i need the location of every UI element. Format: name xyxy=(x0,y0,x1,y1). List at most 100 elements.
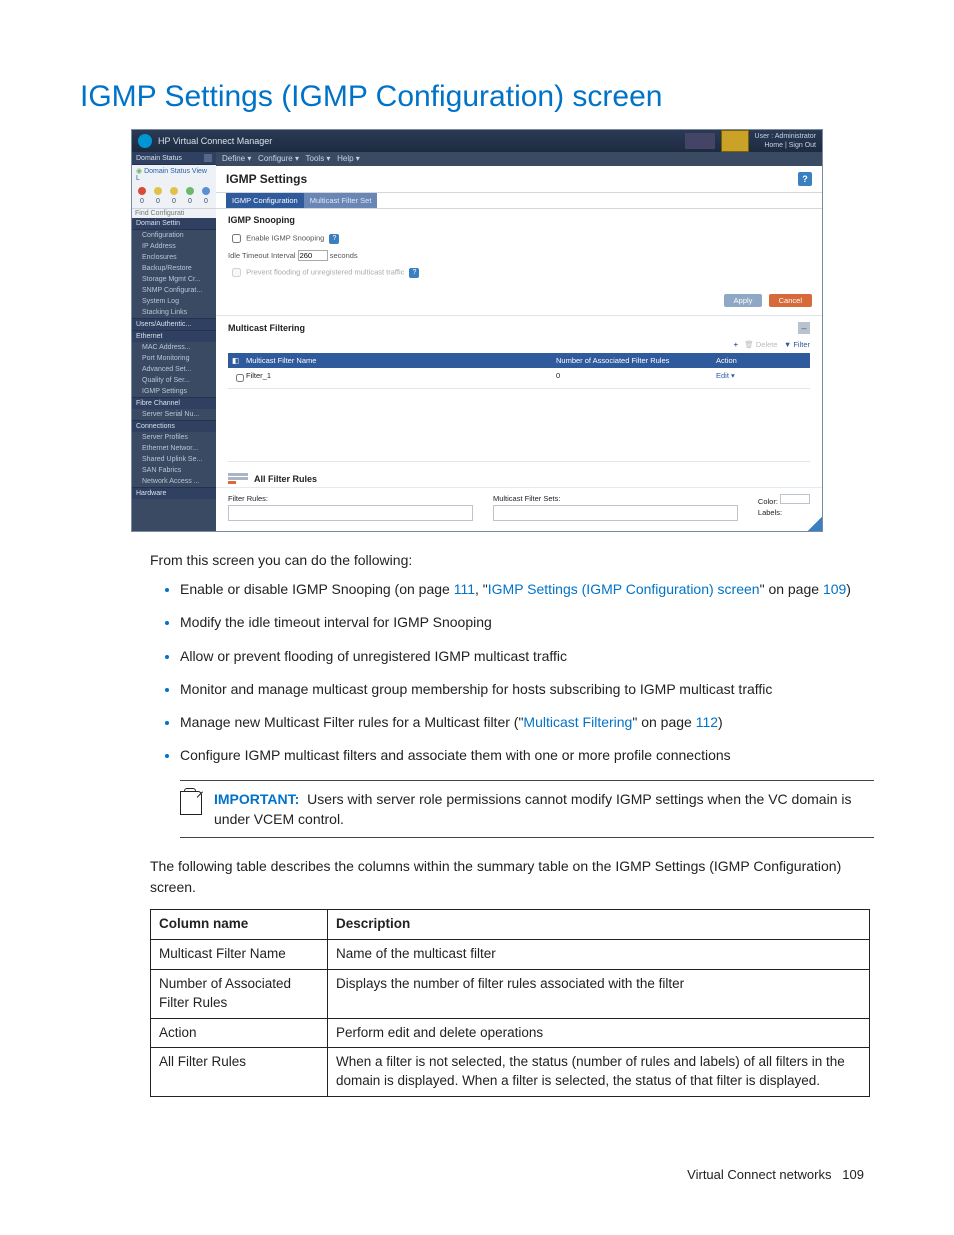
hp-logo-icon xyxy=(138,134,152,148)
table-row: All Filter Rules When a filter is not se… xyxy=(151,1048,870,1097)
status-ok-icon[interactable] xyxy=(186,187,194,195)
enable-snooping-checkbox[interactable] xyxy=(232,234,241,243)
favorite-icon[interactable] xyxy=(721,130,749,152)
sidebar-item[interactable]: Port Monitoring xyxy=(132,353,216,364)
bullet-list: Enable or disable IGMP Snooping (on page… xyxy=(150,578,874,766)
sidebar-item[interactable]: Configuration xyxy=(132,230,216,241)
idle-timeout-input[interactable] xyxy=(298,250,328,261)
status-warning-icon[interactable] xyxy=(154,187,162,195)
sidebar-item[interactable]: SAN Fabrics xyxy=(132,465,216,476)
list-item: Manage new Multicast Filter rules for a … xyxy=(180,711,874,732)
menu-item[interactable]: Define ▾ xyxy=(222,154,251,163)
sidebar-item[interactable]: MAC Address... xyxy=(132,342,216,353)
page-link[interactable]: IGMP Settings (IGMP Configuration) scree… xyxy=(488,581,760,597)
status-minor-icon[interactable] xyxy=(170,187,178,195)
sidebar-item[interactable]: IP Address xyxy=(132,241,216,252)
menu-item[interactable]: Tools ▾ xyxy=(306,154,331,163)
domain-status-link[interactable]: ◉ Domain Status View L xyxy=(132,165,216,184)
table-row: Multicast Filter Name Name of the multic… xyxy=(151,939,870,969)
sidebar-domain-status[interactable]: Domain Status xyxy=(132,152,216,165)
table-lead: The following table describes the column… xyxy=(150,856,874,897)
col-action: Action xyxy=(716,356,806,365)
prevent-flooding-checkbox[interactable] xyxy=(232,268,241,277)
sidebar-item[interactable]: Network Access ... xyxy=(132,476,216,487)
multicast-table: ◧ Multicast Filter Name Number of Associ… xyxy=(216,353,822,468)
sidebar-item[interactable]: Backup/Restore xyxy=(132,263,216,274)
filter-button[interactable]: ▼ Filter xyxy=(784,340,810,349)
help-icon[interactable]: ? xyxy=(798,172,812,186)
important-note: IMPORTANT: Users with server role permis… xyxy=(180,780,874,839)
page-link[interactable]: 111 xyxy=(454,581,475,597)
sidebar: Domain Status ◉ Domain Status View L 0 0… xyxy=(132,152,216,531)
embedded-screenshot: HP Virtual Connect Manager User : Admini… xyxy=(131,129,823,532)
important-icon xyxy=(180,791,202,815)
row-checkbox[interactable] xyxy=(236,374,244,382)
page-link[interactable]: Multicast Filtering xyxy=(523,714,632,730)
section-title-snooping: IGMP Snooping xyxy=(228,215,810,225)
cell-action[interactable]: Edit ▾ xyxy=(716,371,806,385)
th-column-name: Column name xyxy=(151,909,328,939)
sidebar-item[interactable]: System Log xyxy=(132,296,216,307)
list-item: Enable or disable IGMP Snooping (on page… xyxy=(180,578,874,599)
sidebar-item[interactable]: Server Profiles xyxy=(132,432,216,443)
sidebar-item[interactable]: Shared Uplink Se... xyxy=(132,454,216,465)
sidebar-domain-settings[interactable]: Domain Settin xyxy=(132,218,216,230)
sidebar-item[interactable]: Stacking Links xyxy=(132,307,216,318)
sidebar-ethernet[interactable]: Ethernet xyxy=(132,330,216,342)
sidebar-fibre[interactable]: Fibre Channel xyxy=(132,397,216,409)
sidebar-users[interactable]: Users/Authentic... xyxy=(132,318,216,330)
signout-link[interactable]: Sign Out xyxy=(789,142,816,149)
sidebar-item[interactable]: Server Serial Nu... xyxy=(132,409,216,420)
mfs-label: Multicast Filter Sets: xyxy=(493,494,738,503)
sidebar-item[interactable]: Advanced Set... xyxy=(132,364,216,375)
col-count: Number of Associated Filter Rules xyxy=(556,356,716,365)
col-select[interactable]: ◧ xyxy=(232,356,246,365)
menu-item[interactable]: Configure ▾ xyxy=(258,154,299,163)
mfs-box xyxy=(493,505,738,521)
filter-rules-label: Filter Rules: xyxy=(228,494,473,503)
resize-icon[interactable] xyxy=(808,517,822,531)
status-critical-icon[interactable] xyxy=(138,187,146,195)
sidebar-item[interactable]: Enclosures xyxy=(132,252,216,263)
important-body: Users with server role permissions canno… xyxy=(214,791,851,827)
help-icon[interactable]: ? xyxy=(329,234,339,244)
cancel-button[interactable]: Cancel xyxy=(769,294,812,307)
prevent-flooding-label: Prevent flooding of unregistered multica… xyxy=(246,267,404,276)
enable-snooping-label: Enable IGMP Snooping xyxy=(246,233,324,242)
status-info-icon[interactable] xyxy=(202,187,210,195)
tab-igmp-config[interactable]: IGMP Configuration xyxy=(226,193,304,208)
home-link[interactable]: Home xyxy=(764,142,783,149)
sidebar-connections[interactable]: Connections xyxy=(132,420,216,432)
main-menu: Define ▾ Configure ▾ Tools ▾ Help ▾ xyxy=(216,152,822,166)
labels-label: Labels: xyxy=(758,508,810,517)
sidebar-hardware[interactable]: Hardware xyxy=(132,487,216,499)
sidebar-item[interactable]: Quality of Ser... xyxy=(132,375,216,386)
color-label: Color: xyxy=(758,497,778,506)
tab-multicast-filter-set[interactable]: Multicast Filter Set xyxy=(304,193,378,208)
menu-item[interactable]: Help ▾ xyxy=(337,154,360,163)
app-titlebar: HP Virtual Connect Manager User : Admini… xyxy=(132,130,822,152)
find-input[interactable]: Find Configurati xyxy=(132,208,216,218)
add-filter-button[interactable]: + xyxy=(734,340,738,349)
table-row: Action Perform edit and delete operation… xyxy=(151,1018,870,1048)
apply-button[interactable]: Apply xyxy=(724,294,763,307)
important-label: IMPORTANT: xyxy=(214,791,299,807)
app-title: HP Virtual Connect Manager xyxy=(158,136,685,146)
section-title-multicast: Multicast Filtering xyxy=(228,323,305,333)
cell-count: 0 xyxy=(556,371,716,385)
table-row: Number of Associated Filter Rules Displa… xyxy=(151,969,870,1018)
collapse-icon[interactable]: – xyxy=(798,322,810,334)
list-item: Monitor and manage multicast group membe… xyxy=(180,678,874,699)
help-icon[interactable]: ? xyxy=(409,268,419,278)
idle-timeout-unit: seconds xyxy=(330,251,358,260)
idle-timeout-label: Idle Timeout Interval xyxy=(228,251,296,260)
page-link[interactable]: 112 xyxy=(696,714,718,730)
delete-filter-button[interactable]: 🗑 Delete xyxy=(744,340,777,349)
sidebar-item[interactable]: Storage Mgmt Cr... xyxy=(132,274,216,285)
user-info: User : Administrator Home | Sign Out xyxy=(755,132,816,150)
sidebar-item[interactable]: SNMP Configurat... xyxy=(132,285,216,296)
sidebar-item[interactable]: Ethernet Networ... xyxy=(132,443,216,454)
page-link[interactable]: 109 xyxy=(823,581,846,597)
table-row[interactable]: Filter_1 0 Edit ▾ xyxy=(228,368,810,389)
sidebar-item-igmp[interactable]: IGMP Settings xyxy=(132,386,216,397)
